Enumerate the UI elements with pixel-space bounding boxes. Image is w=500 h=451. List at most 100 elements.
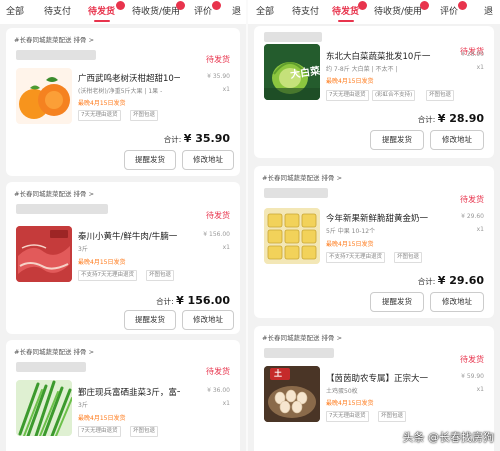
product-thumbnail[interactable]: 大白菜 <box>264 44 320 100</box>
order-card: #长春同城蔬菜配送 排骨 > 待发货 今年新果新鲜脆甜黄金奶一 ¥ 29.60 … <box>254 166 494 318</box>
quantity: x1 <box>222 400 230 407</box>
service-tag: 坏图包退 <box>426 90 455 101</box>
product-title[interactable]: 【茵茵助农专属】正宗大一 <box>326 372 434 384</box>
service-tag: 7天无理由退货 <box>326 90 369 101</box>
total-value: ¥ 29.60 <box>437 274 484 287</box>
quantity: x1 <box>476 386 484 393</box>
tab-pending-payment[interactable]: 待支付 <box>44 4 71 17</box>
total-label: 合计: <box>417 277 436 286</box>
product-thumbnail[interactable]: 土 <box>264 366 320 422</box>
order-total: 合计: ¥ 29.60 <box>418 274 484 287</box>
service-tag: 坏图包退 <box>378 411 407 422</box>
active-tab-underline <box>94 20 110 22</box>
total-value: ¥ 35.90 <box>183 132 230 145</box>
total-label: 合计: <box>156 297 174 306</box>
tab-review[interactable]: 评价 <box>440 4 458 17</box>
order-status: 待发货 <box>206 367 230 376</box>
service-tag: 坏图包退 <box>130 426 159 437</box>
tab-pending-payment[interactable]: 待支付 <box>292 4 319 17</box>
change-address-button[interactable]: 修改地址 <box>430 130 484 150</box>
unit-price: ¥ 156.00 <box>203 231 230 238</box>
service-tag: 坏图包退 <box>394 252 423 263</box>
tab-all[interactable]: 全部 <box>256 4 274 17</box>
tab-review[interactable]: 评价 <box>194 4 212 17</box>
product-title[interactable]: 鄞庄现兵富硒韭菜3斤，富一 <box>78 386 180 398</box>
product-spec: (沃柑老树)/净重5斤大果 | 1果 - <box>78 88 163 95</box>
product-title[interactable]: 秦川小黄牛/鲜牛肉/牛腩一 <box>78 230 180 242</box>
service-tag: 不支持7天无理由退货 <box>326 252 385 263</box>
tab-badge <box>458 1 467 10</box>
service-tag: 坏图包退 <box>146 270 175 281</box>
remind-shipment-button[interactable]: 提醒发货 <box>124 150 176 170</box>
unit-price: ¥ 28.90 <box>461 51 484 58</box>
remind-shipment-button[interactable]: 提醒发货 <box>124 310 176 330</box>
change-address-button[interactable]: 修改地址 <box>182 150 234 170</box>
tab-pending-receipt[interactable]: 待收货/使用 <box>132 4 180 17</box>
quantity: x1 <box>476 226 484 233</box>
service-tag: 不支持7天无理由退货 <box>78 270 137 281</box>
product-thumbnail[interactable] <box>16 68 72 124</box>
tab-badge <box>176 1 185 10</box>
product-title[interactable]: 东北大白菜蔬菜批发10斤一 <box>326 50 434 62</box>
watermark-text: 头条 @长春找房狗 <box>402 431 495 444</box>
ship-deadline: 最晚4月15日发货 <box>78 415 126 422</box>
order-tabbar: 全部 待支付 待发货 待收货/使用 评价 退 <box>248 0 500 24</box>
store-name[interactable]: #长春同城蔬菜配送 排骨 > <box>14 34 232 46</box>
change-address-button[interactable]: 修改地址 <box>182 310 234 330</box>
ship-deadline: 最晚4月15日发货 <box>326 78 374 85</box>
order-total: 合计: ¥ 35.90 <box>164 132 230 145</box>
order-total: 合计: ¥ 28.90 <box>418 112 484 125</box>
product-spec: 5斤 中果 10-12个 <box>326 228 376 235</box>
order-card: #长春同城蔬菜配送 排骨 > 待发货 鄞庄现兵富硒韭菜3斤，富一 ¥ 36.00… <box>6 340 240 451</box>
blurred-store-name <box>16 204 108 214</box>
tab-refund[interactable]: 退 <box>232 4 241 17</box>
product-thumbnail[interactable] <box>16 226 72 282</box>
total-label: 合计: <box>163 135 182 144</box>
order-status: 待发货 <box>206 55 230 64</box>
tab-pending-shipment[interactable]: 待发货 <box>332 4 359 17</box>
remind-shipment-button[interactable]: 提醒发货 <box>370 292 424 312</box>
order-status: 待发货 <box>460 195 484 204</box>
blurred-store-name <box>16 362 86 372</box>
tab-pending-shipment[interactable]: 待发货 <box>88 4 115 17</box>
tab-badge <box>212 1 221 10</box>
active-tab-underline <box>338 20 354 22</box>
product-spec: 土鸡蛋50枚 <box>326 388 358 395</box>
service-tag: 7天无理由退货 <box>78 110 121 121</box>
product-thumbnail[interactable] <box>16 380 72 436</box>
blurred-store-name <box>264 348 334 358</box>
quantity: x1 <box>222 244 230 251</box>
tab-badge <box>358 1 367 10</box>
order-status: 待发货 <box>206 211 230 220</box>
order-card: #长春同城蔬菜配送 排骨 > 待发货 广西武鸣老树沃柑超甜10一 ¥ 35.90… <box>6 28 240 176</box>
product-title[interactable]: 今年新果新鲜脆甜黄金奶一 <box>326 212 434 224</box>
ship-deadline: 最晚4月15日发货 <box>326 241 374 248</box>
order-status: 待发货 <box>460 355 484 364</box>
remind-shipment-button[interactable]: 提醒发货 <box>370 130 424 150</box>
product-spec: 约 7-8斤 大白菜 | 不太不 | <box>326 66 398 73</box>
order-total: 合计: ¥ 156.00 <box>156 294 230 307</box>
product-title[interactable]: 广西武鸣老树沃柑超甜10一 <box>78 72 180 84</box>
total-value: ¥ 28.90 <box>437 112 484 125</box>
service-tag: 7天无理由退货 <box>78 426 121 437</box>
store-name[interactable]: #长春同城蔬菜配送 排骨 > <box>14 346 232 358</box>
product-spec: 3斤 <box>78 402 88 409</box>
order-tabbar: 全部 待支付 待发货 待收货/使用 评价 退 <box>0 0 246 24</box>
store-name[interactable]: #长春同城蔬菜配送 排骨 > <box>262 172 486 184</box>
order-card: 待发货 大白菜 东北大白菜蔬菜批发10斤一 ¥ 28.90 约 7-8斤 大白菜… <box>254 26 494 158</box>
ship-deadline: 最晚4月15日发货 <box>78 259 126 266</box>
service-tag: (彩虹合不支持) <box>372 90 416 101</box>
tab-refund[interactable]: 退 <box>484 4 493 17</box>
store-name[interactable]: #长春同城蔬菜配送 排骨 > <box>262 332 486 344</box>
product-thumbnail[interactable] <box>264 208 320 264</box>
service-tag: 坏图包退 <box>130 110 159 121</box>
change-address-button[interactable]: 修改地址 <box>430 292 484 312</box>
unit-price: ¥ 59.90 <box>461 373 484 380</box>
unit-price: ¥ 35.90 <box>207 73 230 80</box>
tab-pending-receipt[interactable]: 待收货/使用 <box>374 4 422 17</box>
store-name[interactable]: #长春同城蔬菜配送 排骨 > <box>14 188 232 200</box>
order-card: #长春同城蔬菜配送 排骨 > 待发货 秦川小黄牛/鲜牛肉/牛腩一 ¥ 156.0… <box>6 182 240 334</box>
tab-all[interactable]: 全部 <box>6 4 24 17</box>
ship-deadline: 最晚4月15日发货 <box>78 100 126 107</box>
quantity: x1 <box>222 86 230 93</box>
